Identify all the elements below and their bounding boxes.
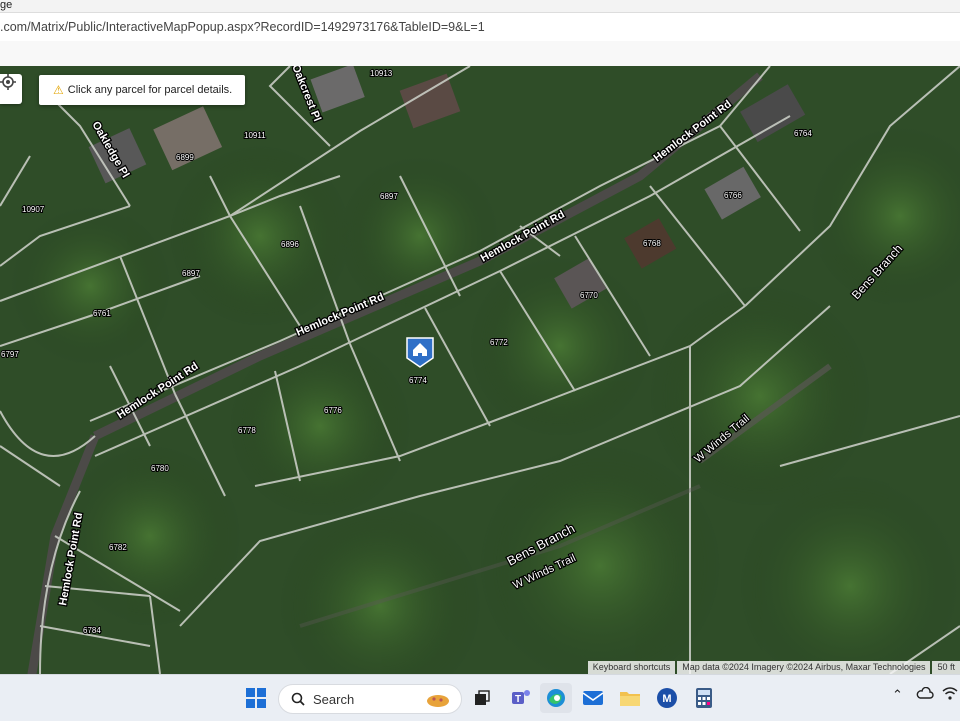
parcel-label: 6772 — [490, 338, 508, 347]
map-data-credits: Map data ©2024 Imagery ©2024 Airbus, Max… — [677, 661, 931, 674]
url-text[interactable]: .com/Matrix/Public/InteractiveMapPopup.a… — [0, 20, 485, 34]
parcel-label: 10907 — [22, 205, 45, 214]
parcel-label: 6774 — [409, 376, 427, 385]
parcel-label: 6780 — [151, 464, 169, 473]
parcel-label: 6784 — [83, 626, 101, 635]
parcel-label: 10911 — [244, 131, 266, 140]
window-title: ge — [0, 0, 960, 12]
map-scale[interactable]: 50 ft — [932, 661, 960, 674]
parcel-label: 6761 — [93, 309, 111, 318]
mail-icon[interactable] — [577, 683, 609, 713]
edge-icon[interactable] — [540, 683, 572, 713]
parcel-label: 6766 — [724, 191, 742, 200]
taskbar-search[interactable]: Search — [278, 684, 462, 714]
mls-app-icon[interactable]: M — [651, 683, 683, 713]
parcel-label: 6782 — [109, 543, 127, 552]
satellite-map[interactable]: Hemlock Point Rd Hemlock Point Rd Hemloc… — [0, 66, 960, 674]
parcel-label: 6896 — [281, 240, 299, 249]
windows-taskbar: Search T M ⌃ — [0, 674, 960, 721]
windows-start-icon[interactable] — [240, 683, 272, 713]
parcel-hint-toast: ⚠ Click any parcel for parcel details. — [39, 75, 245, 105]
map-canvas[interactable]: Hemlock Point Rd Hemlock Point Rd Hemloc… — [0, 66, 960, 674]
parcel-label: 6897 — [182, 269, 200, 278]
file-explorer-icon[interactable] — [614, 683, 646, 713]
crosshair-icon — [0, 74, 16, 90]
parcel-label: 6797 — [1, 350, 19, 359]
parcel-label: 6768 — [643, 239, 661, 248]
cloud-icon[interactable] — [916, 686, 934, 702]
chevron-up-icon[interactable]: ⌃ — [892, 687, 903, 703]
calculator-icon[interactable] — [688, 683, 720, 713]
search-label: Search — [313, 691, 355, 707]
svg-text:M: M — [662, 693, 671, 705]
teams-icon[interactable]: T — [505, 683, 537, 713]
parcel-label: 10913 — [370, 69, 393, 78]
parcel-label: 6770 — [580, 291, 598, 300]
wifi-icon[interactable] — [942, 687, 958, 703]
svg-text:T: T — [515, 694, 521, 705]
parcel-label: 6899 — [176, 153, 194, 162]
page-header-strip — [0, 41, 960, 66]
search-icon — [291, 692, 305, 706]
address-bar[interactable]: .com/Matrix/Public/InteractiveMapPopup.a… — [0, 12, 960, 42]
toast-message: Click any parcel for parcel details. — [67, 84, 233, 96]
parcel-label: 6897 — [380, 192, 398, 201]
map-attribution: Keyboard shortcuts Map data ©2024 Imager… — [586, 661, 960, 674]
parcel-label: 6776 — [324, 406, 342, 415]
keyboard-shortcuts-link[interactable]: Keyboard shortcuts — [587, 661, 676, 674]
copilot-icon — [427, 695, 449, 707]
parcel-label: 6764 — [794, 129, 812, 138]
task-view-icon[interactable] — [466, 683, 498, 713]
warning-icon: ⚠ — [53, 83, 64, 97]
my-location-button[interactable] — [0, 74, 22, 104]
parcel-label: 6778 — [238, 426, 256, 435]
